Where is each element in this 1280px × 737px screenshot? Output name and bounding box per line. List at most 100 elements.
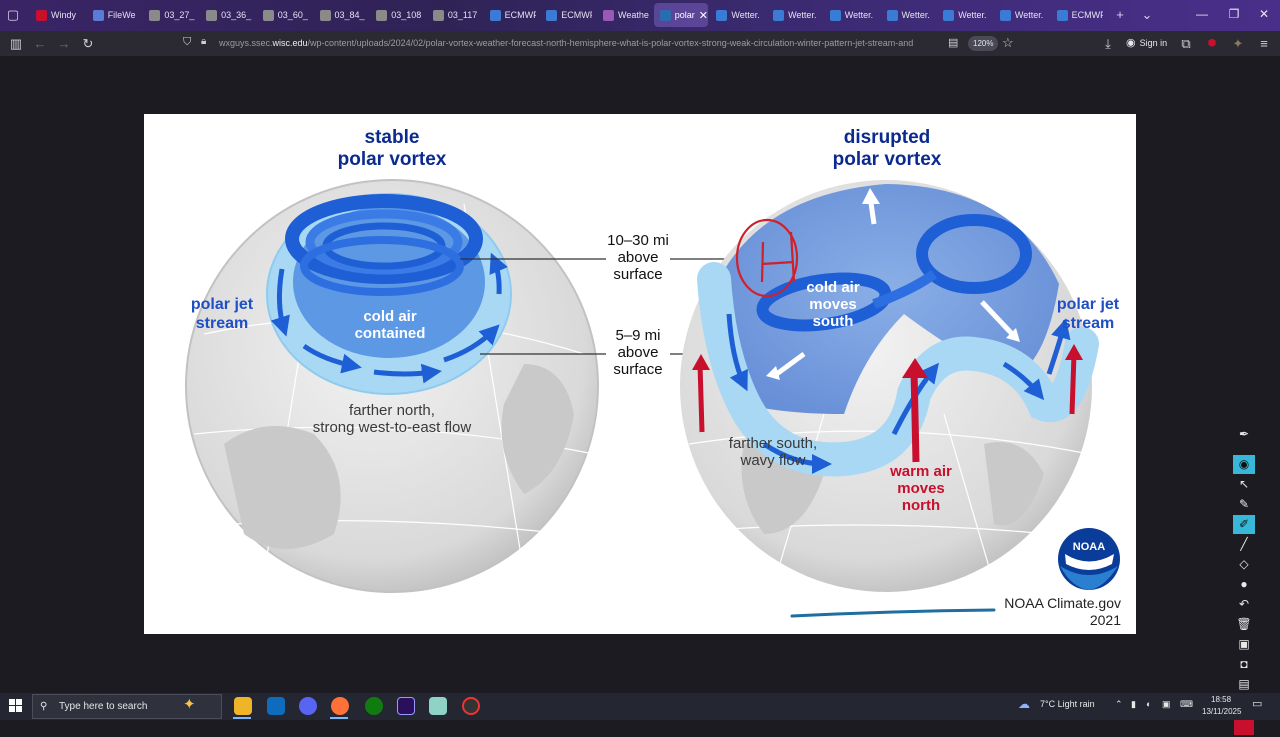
left-globe bbox=[185, 179, 599, 593]
premiere-icon[interactable] bbox=[397, 697, 415, 715]
navigation-toolbar: ▥ ← → ↻ ⛉ 🔒︎ wxguys.ssec.wisc.edu/wp-con… bbox=[0, 31, 1280, 57]
left-jet-label: polar jet stream bbox=[190, 296, 254, 332]
active-app-underline bbox=[233, 717, 251, 719]
pencil-icon[interactable]: ✎ bbox=[1233, 495, 1255, 514]
tracking-shield-icon[interactable]: ⛉ bbox=[183, 36, 191, 49]
tab-list-icon[interactable]: ▢ bbox=[3, 5, 23, 25]
maximize-button[interactable]: ❐ bbox=[1222, 4, 1246, 24]
browser-tab[interactable]: 03_36_ bbox=[200, 3, 252, 27]
clock-time[interactable]: 18:58 bbox=[1211, 695, 1231, 704]
speedtest-icon[interactable] bbox=[462, 697, 480, 715]
eraser-icon[interactable]: ◇ bbox=[1233, 555, 1255, 574]
pointer-icon[interactable]: ↖ bbox=[1233, 475, 1255, 494]
discord-tray-icon[interactable]: ◐ bbox=[1146, 699, 1151, 709]
right-warm-label: warm air moves north bbox=[890, 463, 952, 514]
microphone-icon[interactable]: ▮ bbox=[1131, 699, 1136, 710]
browser-tab[interactable]: FileWe bbox=[87, 3, 139, 27]
tab-label: ECMWF bbox=[1071, 10, 1103, 20]
tab-favicon-icon bbox=[999, 9, 1011, 21]
windows-start-icon[interactable] bbox=[9, 699, 22, 712]
undo-icon[interactable]: ↶ bbox=[1233, 595, 1255, 614]
tray-chevron-icon[interactable]: ⌃ bbox=[1115, 699, 1123, 710]
browser-tab[interactable]: Windy bbox=[30, 3, 82, 27]
sign-in-label: Sign in bbox=[1139, 37, 1168, 48]
file-explorer-icon[interactable] bbox=[234, 697, 252, 715]
notes-icon[interactable] bbox=[429, 697, 447, 715]
board-icon[interactable]: ▣ bbox=[1233, 635, 1255, 654]
right-jet-label: polar jet stream bbox=[1056, 296, 1120, 332]
reload-button[interactable]: ↻ bbox=[78, 34, 98, 54]
close-window-button[interactable]: ✕ bbox=[1252, 4, 1276, 24]
xbox-icon[interactable] bbox=[365, 697, 383, 715]
tab-overflow-chevron-icon[interactable]: ⌄ bbox=[1137, 5, 1157, 25]
sign-in-button[interactable]: ◉ Sign in bbox=[1126, 36, 1167, 49]
right-bottom-label: farther south, wavy flow bbox=[728, 435, 818, 469]
account-icon: ◉ bbox=[1126, 37, 1136, 49]
browser-tab[interactable]: 03_117 bbox=[427, 3, 479, 27]
clipboard-icon[interactable]: ▤ bbox=[1233, 675, 1255, 694]
tab-label: Windy bbox=[51, 10, 77, 20]
weather-icon[interactable]: ☁ bbox=[1018, 697, 1030, 711]
browser-tab[interactable]: Wetter. bbox=[767, 3, 819, 27]
eye-icon[interactable]: ◉ bbox=[1233, 455, 1255, 474]
browser-tab[interactable]: Wetter. bbox=[994, 3, 1046, 27]
keyboard-icon[interactable]: ⌨ bbox=[1180, 699, 1193, 710]
tab-label: 03_84_ bbox=[334, 10, 365, 20]
app-tray-icon[interactable]: ▣ bbox=[1162, 699, 1171, 710]
menu-icon[interactable]: ≡ bbox=[1254, 34, 1274, 54]
tab-favicon-icon bbox=[716, 9, 728, 21]
close-tab-icon[interactable]: ✕ bbox=[699, 9, 708, 22]
new-tab-button[interactable]: + bbox=[1110, 5, 1130, 25]
back-button[interactable]: ← bbox=[30, 34, 50, 54]
browser-tab[interactable]: Weathersc bbox=[597, 3, 649, 27]
dot-icon[interactable]: ● bbox=[1233, 575, 1255, 594]
extension-puzzle-icon[interactable]: ✦ bbox=[1228, 34, 1248, 54]
browser-tab[interactable]: Wetter. bbox=[937, 3, 989, 27]
browser-tab[interactable]: 03_60_ bbox=[257, 3, 309, 27]
browser-tab[interactable]: Wetter. bbox=[881, 3, 933, 27]
download-icon[interactable]: ⤓ bbox=[1098, 34, 1118, 54]
browser-tab[interactable]: 03_108 bbox=[370, 3, 422, 27]
noaa-logo-text: NOAA bbox=[1073, 541, 1105, 553]
forward-button[interactable]: → bbox=[54, 34, 74, 54]
tab-label: Wetter. bbox=[844, 10, 874, 20]
browser-tab[interactable]: ECMWF bbox=[1051, 3, 1103, 27]
tab-favicon-icon bbox=[489, 9, 501, 21]
line-icon[interactable]: ╱ bbox=[1233, 535, 1255, 554]
minimize-button[interactable]: — bbox=[1190, 4, 1214, 24]
reader-view-icon[interactable]: ▤ bbox=[948, 36, 958, 49]
clock-date[interactable]: 13/11/2025 bbox=[1202, 707, 1241, 716]
extensions-icon[interactable]: ⧉ bbox=[1176, 34, 1196, 54]
browser-tab[interactable]: polar ✕ bbox=[653, 3, 708, 27]
sidebar-icon[interactable]: ▥ bbox=[6, 34, 26, 54]
browser-tab[interactable]: ECMWF bbox=[484, 3, 536, 27]
trash-icon[interactable]: 🗑︎ bbox=[1233, 615, 1255, 634]
lock-icon[interactable]: 🔒︎ bbox=[201, 36, 206, 47]
firefox-icon[interactable] bbox=[331, 697, 349, 715]
highlighter-icon[interactable]: ✐ bbox=[1233, 515, 1255, 534]
copilot-icon[interactable]: ✦ bbox=[183, 695, 196, 713]
active-app-underline bbox=[330, 717, 348, 719]
url-text[interactable]: wxguys.ssec.wisc.edu/wp-content/uploads/… bbox=[219, 38, 939, 48]
ublock-icon[interactable]: ⬢ bbox=[1202, 34, 1222, 54]
browser-tab[interactable]: Wetter. bbox=[824, 3, 876, 27]
tab-favicon-icon bbox=[886, 9, 898, 21]
star-icon[interactable]: ☆ bbox=[1002, 35, 1014, 51]
pen-tool-icon[interactable]: ✒︎ bbox=[1233, 425, 1255, 444]
tab-label: ECMWF bbox=[561, 10, 593, 20]
polar-vortex-figure: NOAA stable polar vortex disrupted polar… bbox=[144, 114, 1136, 634]
zoom-level-badge[interactable]: 120% bbox=[968, 36, 999, 51]
browser-tab[interactable]: 03_27_ bbox=[143, 3, 195, 27]
outlook-icon[interactable] bbox=[267, 697, 285, 715]
browser-tab[interactable]: 03_84_ bbox=[314, 3, 366, 27]
tab-strip: ▢ Windy FileWe 03_27_ 03_36_ 03_60_ 03_84_ 03_… bbox=[0, 0, 1280, 31]
camera-icon[interactable]: ◘ bbox=[1233, 655, 1255, 674]
notifications-icon[interactable]: ▭ bbox=[1252, 697, 1262, 710]
weather-text[interactable]: 7°C Light rain bbox=[1040, 699, 1095, 709]
left-inner-label: cold air contained bbox=[354, 308, 426, 342]
discord-icon[interactable] bbox=[299, 697, 317, 715]
right-title: disrupted polar vortex bbox=[832, 127, 942, 170]
browser-tab[interactable]: Wetter. bbox=[710, 3, 762, 27]
browser-tab[interactable]: ECMWF bbox=[540, 3, 592, 27]
url-bar[interactable]: ⛉ 🔒︎ wxguys.ssec.wisc.edu/wp-content/upl… bbox=[178, 34, 1020, 54]
